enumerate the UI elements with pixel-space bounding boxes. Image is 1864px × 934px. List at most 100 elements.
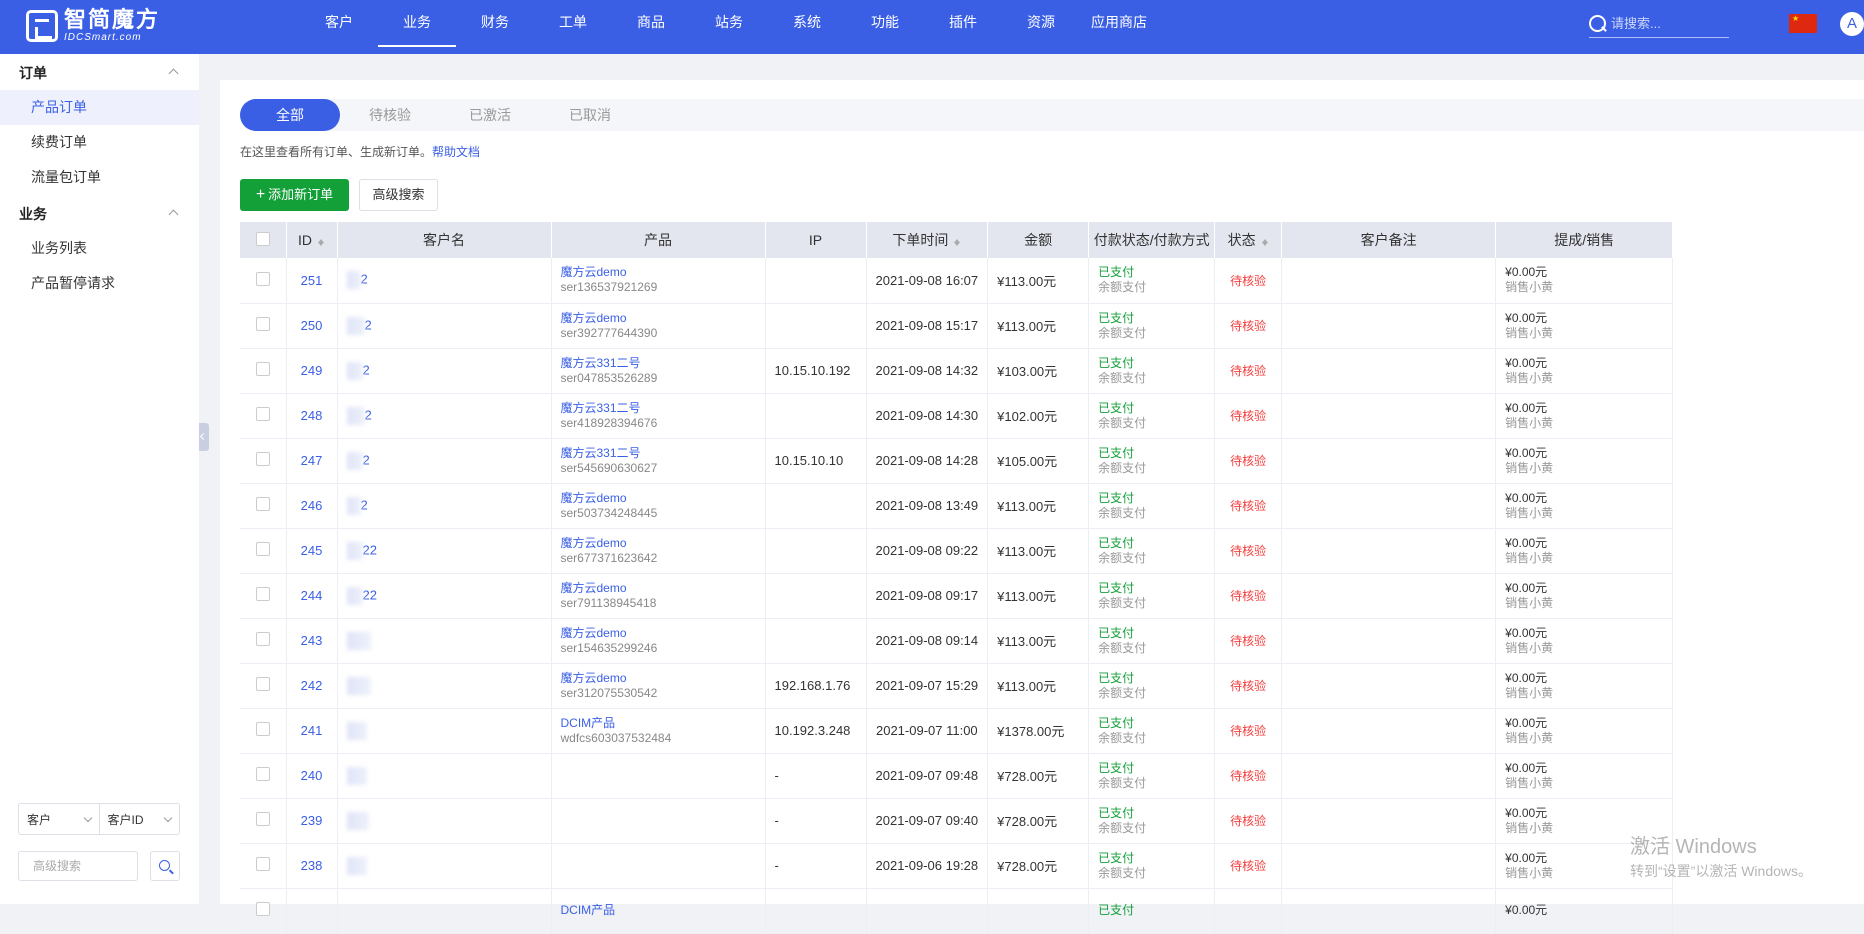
product-link[interactable]: DCIM产品 (561, 716, 756, 731)
advanced-search-button[interactable]: 高级搜索 (359, 179, 438, 211)
filter-field-select[interactable]: 客户ID (98, 804, 180, 834)
table-row[interactable]: 242 魔方云demo ser312075530542 192.168.1.76 202… (240, 663, 1674, 709)
table-row[interactable]: 238-2021-09-06 19:28 ¥728.00元 已支付 余额支付 待核验 ¥0… (240, 843, 1674, 889)
row-checkbox[interactable] (255, 812, 270, 826)
client-name-link[interactable]: 2 (363, 362, 370, 377)
product-link[interactable]: 魔方云331二号 (561, 401, 756, 416)
table-row[interactable]: 249 2 魔方云331二号 ser047853526289 10.15.10.192 2… (240, 348, 1674, 394)
client-name-link[interactable]: 2 (361, 497, 368, 512)
tab-status-3[interactable]: 已取消 (540, 99, 640, 131)
product-link[interactable]: 魔方云331二号 (561, 446, 756, 461)
table-row[interactable]: 247 2 魔方云331二号 ser545690630627 10.15.10.10 20… (240, 438, 1674, 484)
nav-item[interactable]: 工单 (534, 0, 612, 47)
table-row[interactable]: 243 魔方云demo ser154635299246 2021-09-08 09:1… (240, 618, 1674, 664)
order-id-link[interactable]: 249 (301, 363, 323, 378)
row-checkbox[interactable] (255, 452, 270, 466)
order-id-link[interactable]: 248 (301, 408, 323, 423)
global-search[interactable] (1589, 10, 1729, 38)
sort-icon[interactable] (318, 236, 325, 247)
column-header[interactable]: ID (286, 222, 338, 258)
row-checkbox[interactable] (255, 632, 270, 646)
product-link[interactable]: 魔方云demo (561, 626, 756, 641)
row-checkbox[interactable] (255, 767, 270, 781)
order-id-link[interactable]: 240 (301, 768, 323, 783)
nav-item[interactable]: 站务 (690, 0, 768, 47)
row-checkbox[interactable] (255, 722, 270, 736)
table-row[interactable]: 240-2021-09-07 09:48 ¥728.00元 已支付 余额支付 待核验 ¥0… (240, 753, 1674, 799)
nav-item[interactable]: 功能 (846, 0, 924, 47)
sort-icon[interactable] (954, 236, 961, 247)
row-checkbox[interactable] (255, 317, 270, 331)
order-id-link[interactable]: 244 (301, 588, 323, 603)
nav-item[interactable]: 商品 (612, 0, 690, 47)
row-checkbox[interactable] (255, 677, 270, 691)
order-id-link[interactable]: 251 (301, 273, 323, 288)
table-row[interactable]: 239-2021-09-07 09:40 ¥728.00元 已支付 余额支付 待核验 ¥0… (240, 798, 1674, 844)
order-id-link[interactable]: 243 (301, 633, 323, 648)
order-id-link[interactable]: 246 (301, 498, 323, 513)
row-checkbox[interactable] (255, 271, 270, 286)
tab-status-2[interactable]: 已激活 (440, 99, 540, 131)
client-name-link[interactable]: 2 (361, 272, 368, 287)
select-all-checkbox[interactable] (255, 231, 270, 246)
sidebar-item[interactable]: 业务列表 (0, 231, 199, 266)
nav-item[interactable]: 客户 (300, 0, 378, 47)
sort-icon[interactable] (1261, 236, 1269, 247)
client-name-link[interactable]: 2 (365, 317, 372, 332)
nav-item[interactable]: 系统 (768, 0, 846, 47)
logo[interactable]: 智简魔方 IDCSmart.com (26, 8, 160, 44)
sidebar-item[interactable]: 续费订单 (0, 125, 199, 160)
nav-item[interactable]: 资源 (1002, 0, 1080, 47)
product-link[interactable]: 魔方云demo (561, 671, 756, 686)
row-checkbox[interactable] (255, 902, 270, 916)
table-row[interactable]: 251 2 魔方云demo ser136537921269 2021-09-08 16:… (240, 258, 1674, 304)
row-checkbox[interactable] (255, 362, 270, 376)
row-checkbox[interactable] (255, 542, 270, 556)
sidebar-group-header[interactable]: 订单 (0, 54, 199, 90)
order-id-link[interactable]: 238 (301, 858, 323, 873)
product-link[interactable]: 魔方云demo (561, 491, 756, 506)
table-row[interactable]: 244 22 魔方云demo ser791138945418 2021-09-08 09… (240, 573, 1674, 619)
sidebar-collapse-handle[interactable] (199, 423, 209, 451)
nav-item[interactable]: 应用商店 (1080, 0, 1158, 47)
table-row[interactable]: 250 2 魔方云demo ser392777644390 2021-09-08 15:… (240, 303, 1674, 349)
nav-item[interactable]: 插件 (924, 0, 1002, 47)
china-flag-icon[interactable] (1789, 14, 1817, 33)
nav-item[interactable]: 财务 (456, 0, 534, 47)
order-id-link[interactable]: 250 (301, 318, 323, 333)
product-link[interactable]: 魔方云demo (561, 536, 756, 551)
tab-all[interactable]: 全部 (240, 99, 340, 131)
order-id-link[interactable]: 245 (301, 543, 323, 558)
user-avatar[interactable]: A (1840, 12, 1864, 36)
add-order-button[interactable]: + 添加新订单 (240, 179, 349, 211)
client-name-link[interactable]: 2 (365, 407, 372, 422)
order-id-link[interactable]: 239 (301, 813, 323, 828)
client-name-link[interactable]: 22 (363, 542, 377, 557)
client-name-link[interactable]: 22 (363, 587, 377, 602)
client-name-link[interactable]: 2 (363, 452, 370, 467)
filter-type-select[interactable]: 客户 (19, 804, 99, 834)
column-header[interactable]: 状态 (1214, 222, 1283, 258)
column-header[interactable]: 下单时间 (866, 222, 989, 258)
sidebar-search-button[interactable] (150, 851, 180, 881)
order-id-link[interactable]: 242 (301, 678, 323, 693)
nav-item[interactable]: 业务 (378, 0, 456, 47)
global-search-input[interactable] (1611, 16, 1721, 31)
row-checkbox[interactable] (255, 497, 270, 511)
help-doc-link[interactable]: 帮助文档 (432, 145, 480, 159)
table-row[interactable]: 248 2 魔方云331二号 ser418928394676 2021-09-08 14… (240, 393, 1674, 439)
product-link[interactable]: DCIM产品 (561, 903, 756, 918)
table-row[interactable]: 245 22 魔方云demo ser677371623642 2021-09-08 09… (240, 528, 1674, 574)
sidebar-item[interactable]: 产品暂停请求 (0, 266, 199, 301)
sidebar-group-header[interactable]: 业务 (0, 195, 199, 231)
table-row[interactable]: 246 2 魔方云demo ser503734248445 2021-09-08 13:… (240, 483, 1674, 529)
sidebar-item[interactable]: 流量包订单 (0, 160, 199, 195)
row-checkbox[interactable] (255, 407, 270, 421)
row-checkbox[interactable] (255, 857, 270, 871)
table-row[interactable]: 241 DCIM产品 wdfcs603037532484 10.192.3.248 20… (240, 708, 1674, 754)
row-checkbox[interactable] (255, 587, 270, 601)
sidebar-item[interactable]: 产品订单 (0, 90, 199, 125)
tab-status-1[interactable]: 待核验 (340, 99, 440, 131)
product-link[interactable]: 魔方云demo (561, 311, 756, 326)
sidebar-search-input[interactable]: 高级搜索 (18, 851, 138, 881)
